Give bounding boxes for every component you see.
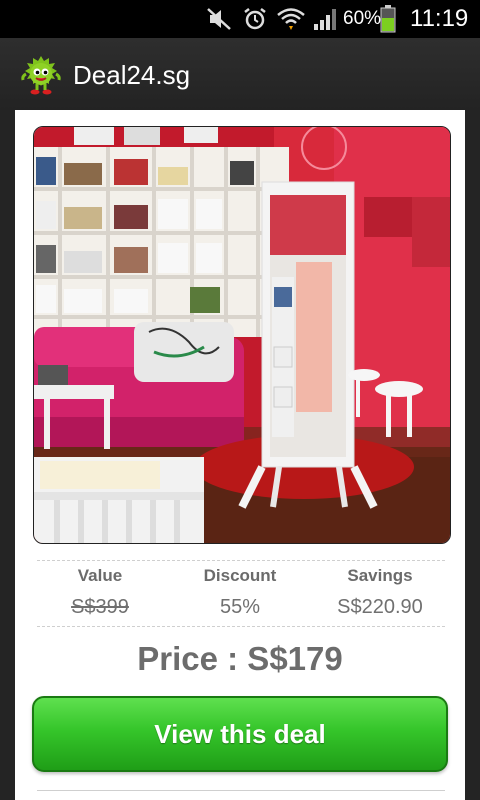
- status-bar: 60% 11:19: [0, 0, 480, 38]
- divider-top: [37, 560, 445, 561]
- stat-label: Savings: [347, 566, 413, 585]
- savings-value: S$220.90: [337, 596, 423, 618]
- app-title: Deal24.sg: [73, 60, 191, 90]
- clock: 11:19: [410, 5, 469, 32]
- product-photo[interactable]: [33, 126, 451, 544]
- wifi-icon: [275, 0, 307, 38]
- view-deal-button[interactable]: View this deal: [32, 696, 448, 772]
- stat-savings: Savings S$220.90: [312, 566, 448, 619]
- mascot-icon[interactable]: [18, 52, 64, 98]
- frame-left: [0, 110, 15, 800]
- battery-percent: 60%: [343, 8, 382, 29]
- alarm-icon: [240, 0, 270, 38]
- stat-discount: Discount 55%: [172, 566, 308, 619]
- stat-label: Value: [77, 566, 123, 585]
- divider-footer: [37, 790, 445, 791]
- muted-icon: [204, 0, 234, 38]
- stat-label: Discount: [203, 566, 277, 585]
- discount-value: 55%: [219, 596, 261, 618]
- action-bar: Deal24.sg: [0, 38, 480, 110]
- frame-right: [465, 110, 480, 800]
- original-price: S$399: [71, 596, 129, 618]
- deal-price: Price : S$179: [137, 640, 343, 677]
- signal-icon: [311, 0, 341, 38]
- divider-bottom: [37, 626, 445, 627]
- deal-card: Value S$399 Discount 55% Savings S$220.9…: [15, 110, 465, 800]
- battery-icon: [378, 0, 398, 38]
- stat-value: Value S$399: [32, 566, 168, 619]
